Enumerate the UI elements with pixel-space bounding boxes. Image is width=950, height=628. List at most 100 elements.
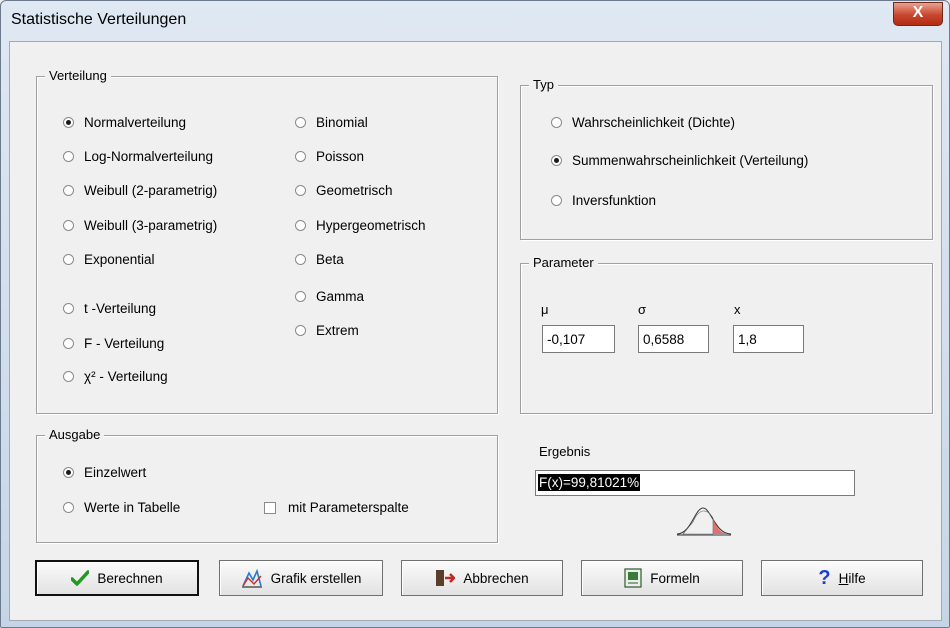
- radio-icon: [63, 220, 74, 231]
- abbrechen-button[interactable]: Abbrechen: [401, 560, 563, 596]
- x-label: x: [734, 302, 741, 317]
- radio-inversfunktion[interactable]: Inversfunktion: [551, 193, 656, 208]
- option-label: Extrem: [316, 323, 359, 338]
- hilfe-accesskey: H: [838, 570, 849, 586]
- option-label: Exponential: [84, 252, 155, 267]
- option-label: mit Parameterspalte: [288, 500, 409, 515]
- radio-hypergeometrisch[interactable]: Hypergeometrisch: [295, 218, 426, 233]
- close-icon: X: [912, 4, 924, 21]
- radio-icon: [295, 220, 306, 231]
- formeln-label: Formeln: [650, 570, 700, 586]
- close-button[interactable]: X: [893, 2, 943, 26]
- checkbox-icon: [264, 501, 276, 514]
- radio-icon: [551, 195, 562, 206]
- option-label: F - Verteilung: [84, 336, 165, 351]
- radio-weibull-2[interactable]: Weibull (2-parametrig): [63, 183, 217, 198]
- radio-normalverteilung[interactable]: Normalverteilung: [63, 115, 186, 130]
- berechnen-button[interactable]: Berechnen: [35, 560, 199, 596]
- radio-icon: [295, 291, 306, 302]
- radio-icon: [295, 325, 306, 336]
- formula-book-icon: [624, 568, 642, 588]
- radio-icon: [63, 151, 74, 162]
- chart-icon: [241, 568, 263, 588]
- radio-werte-in-tabelle[interactable]: Werte in Tabelle: [63, 500, 180, 515]
- option-label: t -Verteilung: [84, 301, 157, 316]
- option-label: Wahrscheinlichkeit (Dichte): [572, 115, 736, 130]
- option-label: Beta: [316, 252, 344, 267]
- radio-binomial[interactable]: Binomial: [295, 115, 368, 130]
- typ-legend: Typ: [529, 77, 558, 92]
- radio-icon: [295, 185, 306, 196]
- hilfe-label-rest: ilfe: [848, 570, 866, 586]
- radio-geometrisch[interactable]: Geometrisch: [295, 183, 393, 198]
- exit-door-icon: [435, 569, 456, 587]
- checkbox-parameterspalte[interactable]: mit Parameterspalte: [264, 500, 409, 515]
- option-label: Geometrisch: [316, 183, 393, 198]
- ergebnis-value: F(x)=99,81021%: [538, 474, 641, 491]
- berechnen-label: Berechnen: [97, 570, 163, 586]
- radio-exponential[interactable]: Exponential: [63, 252, 155, 267]
- radio-poisson[interactable]: Poisson: [295, 149, 364, 164]
- checkmark-icon: [71, 570, 90, 586]
- ergebnis-label: Ergebnis: [539, 444, 591, 459]
- radio-icon: [63, 502, 74, 513]
- sigma-input[interactable]: [638, 325, 709, 353]
- radio-summenwahrscheinlichkeit[interactable]: Summenwahrscheinlichkeit (Verteilung): [551, 153, 808, 168]
- radio-icon: [295, 254, 306, 265]
- ausgabe-legend: Ausgabe: [45, 427, 105, 442]
- radio-selected-icon: [63, 117, 74, 128]
- radio-chi2-verteilung[interactable]: χ² - Verteilung: [63, 369, 168, 384]
- radio-einzelwert[interactable]: Einzelwert: [63, 465, 146, 480]
- radio-log-normalverteilung[interactable]: Log-Normalverteilung: [63, 149, 213, 164]
- radio-selected-icon: [551, 155, 562, 166]
- option-label: Summenwahrscheinlichkeit (Verteilung): [572, 153, 809, 168]
- radio-f-verteilung[interactable]: F - Verteilung: [63, 336, 164, 351]
- option-label: Binomial: [316, 115, 368, 130]
- mu-input[interactable]: [542, 325, 615, 353]
- abbrechen-label: Abbrechen: [463, 570, 529, 586]
- verteilung-legend: Verteilung: [45, 68, 111, 83]
- option-label: Hypergeometrisch: [316, 218, 426, 233]
- mu-label: μ: [541, 302, 549, 317]
- question-mark-icon: ?: [818, 566, 831, 589]
- option-label: Einzelwert: [84, 465, 147, 480]
- option-label: Normalverteilung: [84, 115, 187, 130]
- option-label: Werte in Tabelle: [84, 500, 181, 515]
- option-label: Weibull (2-parametrig): [84, 183, 218, 198]
- radio-icon: [63, 254, 74, 265]
- radio-extrem[interactable]: Extrem: [295, 323, 359, 338]
- grafik-erstellen-button[interactable]: Grafik erstellen: [219, 560, 383, 596]
- hilfe-label: Hilfe: [839, 571, 866, 586]
- radio-gamma[interactable]: Gamma: [295, 289, 364, 304]
- radio-selected-icon: [63, 467, 74, 478]
- option-label: Log-Normalverteilung: [84, 149, 214, 164]
- formeln-button[interactable]: Formeln: [581, 560, 743, 596]
- window-title: Statistische Verteilungen: [11, 11, 187, 28]
- ausgabe-group: Ausgabe Einzelwert Werte in Tabelle mit …: [36, 427, 498, 543]
- typ-group: Typ Wahrscheinlichkeit (Dichte) Summenwa…: [520, 77, 933, 240]
- radio-weibull-3[interactable]: Weibull (3-parametrig): [63, 218, 217, 233]
- option-label: Weibull (3-parametrig): [84, 218, 218, 233]
- parameter-legend: Parameter: [529, 255, 598, 270]
- dialog-client-area: Verteilung Normalverteilung Log-Normalve…: [9, 41, 942, 621]
- option-label: Gamma: [316, 289, 365, 304]
- radio-t-verteilung[interactable]: t -Verteilung: [63, 301, 156, 316]
- dialog-window: Statistische Verteilungen X Verteilung N…: [0, 0, 950, 628]
- distribution-curve-icon: [676, 507, 732, 536]
- ergebnis-field[interactable]: F(x)=99,81021%: [535, 470, 855, 496]
- radio-icon: [295, 117, 306, 128]
- radio-icon: [63, 338, 74, 349]
- grafik-erstellen-label: Grafik erstellen: [270, 570, 362, 586]
- radio-icon: [295, 151, 306, 162]
- option-label: χ² - Verteilung: [84, 369, 168, 384]
- parameter-group: Parameter μ σ x: [520, 255, 933, 414]
- radio-wahrscheinlichkeit[interactable]: Wahrscheinlichkeit (Dichte): [551, 115, 735, 130]
- title-bar[interactable]: Statistische Verteilungen X: [1, 1, 949, 41]
- x-input[interactable]: [733, 325, 804, 353]
- option-label: Poisson: [316, 149, 365, 164]
- radio-beta[interactable]: Beta: [295, 252, 344, 267]
- option-label: Inversfunktion: [572, 193, 657, 208]
- radio-icon: [63, 303, 74, 314]
- hilfe-button[interactable]: ? Hilfe: [761, 560, 923, 596]
- radio-icon: [63, 371, 74, 382]
